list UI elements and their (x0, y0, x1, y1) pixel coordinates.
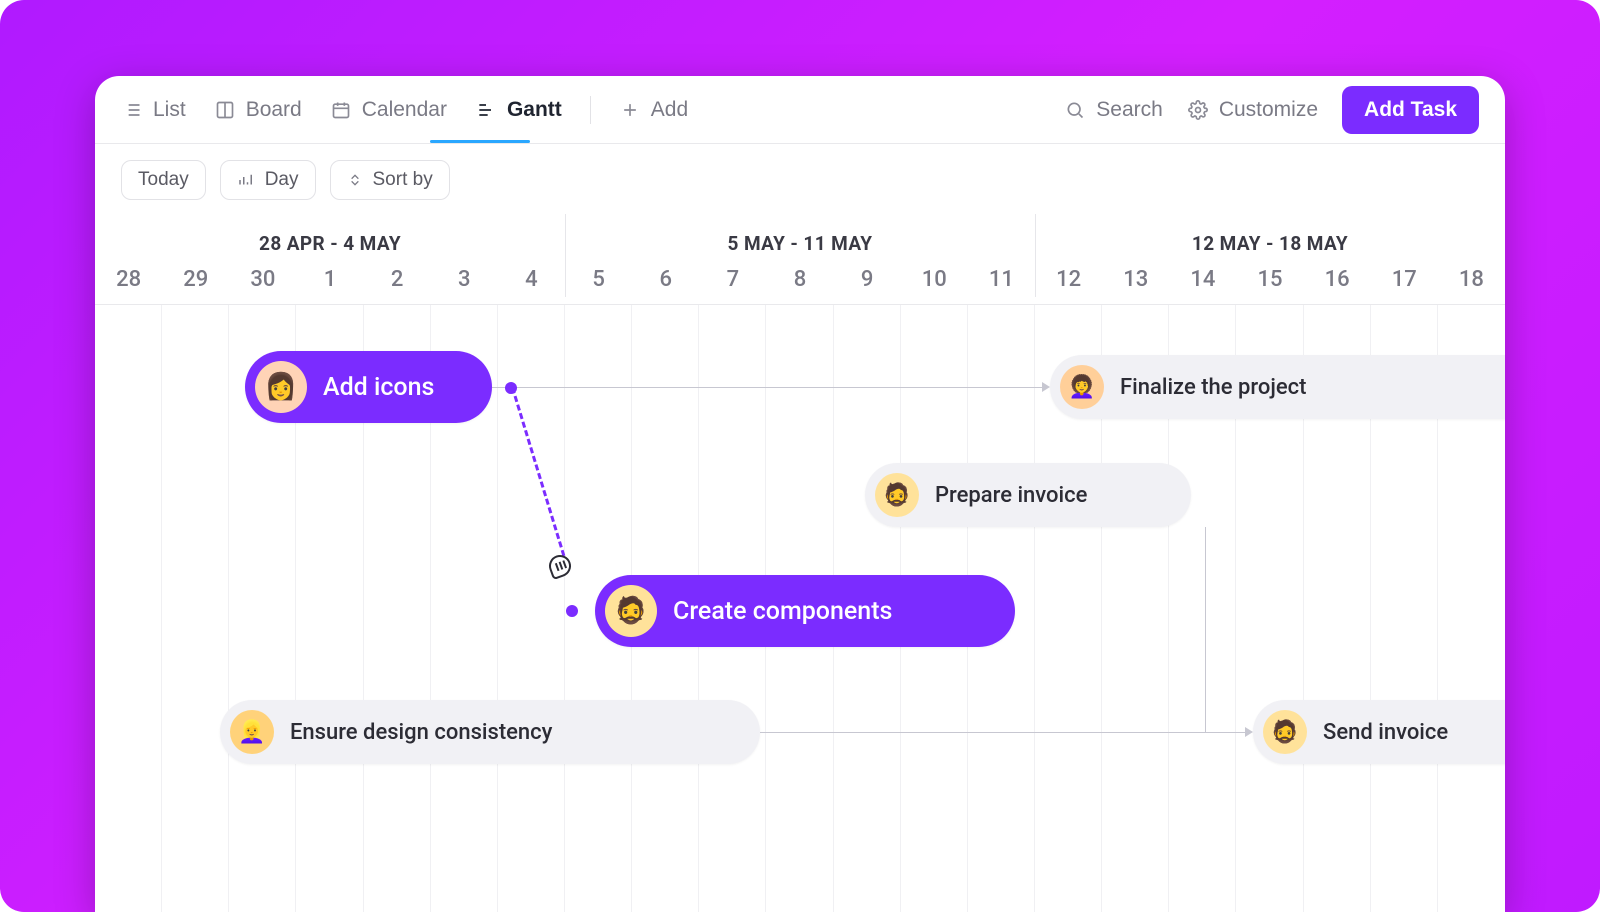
avatar: 👩‍🦱 (1060, 365, 1104, 409)
day-cell: 8 (766, 267, 833, 292)
view-list-label: List (153, 98, 186, 122)
day-row: 282930123456789101112131415161718 (95, 255, 1505, 305)
view-calendar-label: Calendar (362, 98, 447, 122)
avatar: 🧔 (875, 473, 919, 517)
avatar: 👱‍♀️ (230, 710, 274, 754)
gear-icon (1187, 99, 1209, 121)
zoom-day-label: Day (265, 169, 299, 191)
day-cell: 11 (968, 267, 1035, 292)
add-view-button[interactable]: Add (619, 98, 688, 122)
range-1: 5 MAY - 11 MAY (565, 232, 1035, 255)
app-window: List Board Calendar (95, 76, 1505, 912)
task-label: Ensure design consistency (290, 720, 552, 745)
background: List Board Calendar (0, 0, 1600, 912)
add-task-label: Add Task (1364, 98, 1457, 121)
task-send-invoice[interactable]: 🧔 Send invoice (1253, 700, 1505, 764)
view-gantt-label: Gantt (507, 98, 562, 122)
task-label: Finalize the project (1120, 375, 1306, 400)
dependency-line (1205, 732, 1247, 733)
dependency-handle-icon[interactable] (566, 605, 578, 617)
view-list[interactable]: List (121, 98, 186, 122)
day-cell: 9 (834, 267, 901, 292)
today-label: Today (138, 169, 189, 191)
task-label: Prepare invoice (935, 483, 1087, 508)
view-board-label: Board (246, 98, 302, 122)
gantt-icon (475, 99, 497, 121)
view-calendar[interactable]: Calendar (330, 98, 447, 122)
view-gantt[interactable]: Gantt (475, 98, 562, 122)
avatar: 🧔 (605, 585, 657, 637)
range-sep-1 (565, 214, 566, 297)
task-label: Send invoice (1323, 720, 1448, 745)
day-cell: 17 (1371, 267, 1438, 292)
day-cell: 16 (1304, 267, 1371, 292)
task-create-components[interactable]: 🧔 Create components (595, 575, 1015, 647)
timeline-header: 28 APR - 4 MAY 5 MAY - 11 MAY 12 MAY - 1… (95, 214, 1505, 305)
gantt-toolbar: Today Day Sort by (95, 144, 1505, 214)
sort-by-label: Sort by (373, 169, 433, 191)
day-cell: 18 (1438, 267, 1505, 292)
task-prepare-invoice[interactable]: 🧔 Prepare invoice (865, 463, 1191, 527)
add-task-button[interactable]: Add Task (1342, 86, 1479, 134)
top-nav: List Board Calendar (95, 76, 1505, 144)
task-finalize-project[interactable]: 👩‍🦱 Finalize the project (1050, 355, 1505, 419)
active-view-underline (430, 140, 530, 143)
day-cell: 12 (1035, 267, 1102, 292)
dependency-arrow-icon (1245, 727, 1253, 737)
dependency-line (492, 387, 1042, 388)
plus-icon (619, 99, 641, 121)
view-board[interactable]: Board (214, 98, 302, 122)
day-cell: 1 (296, 267, 363, 292)
sort-by-button[interactable]: Sort by (330, 160, 450, 200)
search-label: Search (1096, 98, 1163, 122)
dependency-line (1205, 527, 1206, 732)
day-cell: 13 (1102, 267, 1169, 292)
range-0: 28 APR - 4 MAY (95, 232, 565, 255)
today-button[interactable]: Today (121, 160, 206, 200)
day-cell: 3 (431, 267, 498, 292)
sort-icon (347, 172, 363, 188)
dependency-line (760, 732, 1205, 733)
range-sep-2 (1035, 214, 1036, 297)
day-cell: 7 (699, 267, 766, 292)
calendar-icon (330, 99, 352, 121)
day-cell: 14 (1169, 267, 1236, 292)
dependency-arrow-icon (1042, 382, 1050, 392)
search-icon (1064, 99, 1086, 121)
add-view-label: Add (651, 98, 688, 122)
search-button[interactable]: Search (1064, 98, 1163, 122)
customize-button[interactable]: Customize (1187, 98, 1318, 122)
day-cell: 5 (565, 267, 632, 292)
day-cell: 6 (632, 267, 699, 292)
day-cell: 4 (498, 267, 565, 292)
day-cell: 15 (1236, 267, 1303, 292)
day-cell: 2 (364, 267, 431, 292)
range-2: 12 MAY - 18 MAY (1035, 232, 1505, 255)
day-cell: 28 (95, 267, 162, 292)
task-label: Add icons (323, 373, 434, 402)
view-divider (590, 96, 591, 124)
board-icon (214, 99, 236, 121)
day-cell: 10 (901, 267, 968, 292)
day-cell: 30 (229, 267, 296, 292)
gantt-body[interactable]: 👩 Add icons 👩‍🦱 Finalize the project 🧔 P… (95, 305, 1505, 912)
task-ensure-design[interactable]: 👱‍♀️ Ensure design consistency (220, 700, 760, 764)
avatar: 🧔 (1263, 710, 1307, 754)
zoom-day-button[interactable]: Day (220, 160, 316, 200)
list-icon (121, 99, 143, 121)
zoom-icon (237, 171, 255, 189)
task-label: Create components (673, 597, 892, 626)
day-cell: 29 (162, 267, 229, 292)
customize-label: Customize (1219, 98, 1318, 122)
avatar: 👩 (255, 361, 307, 413)
task-add-icons[interactable]: 👩 Add icons (245, 351, 492, 423)
